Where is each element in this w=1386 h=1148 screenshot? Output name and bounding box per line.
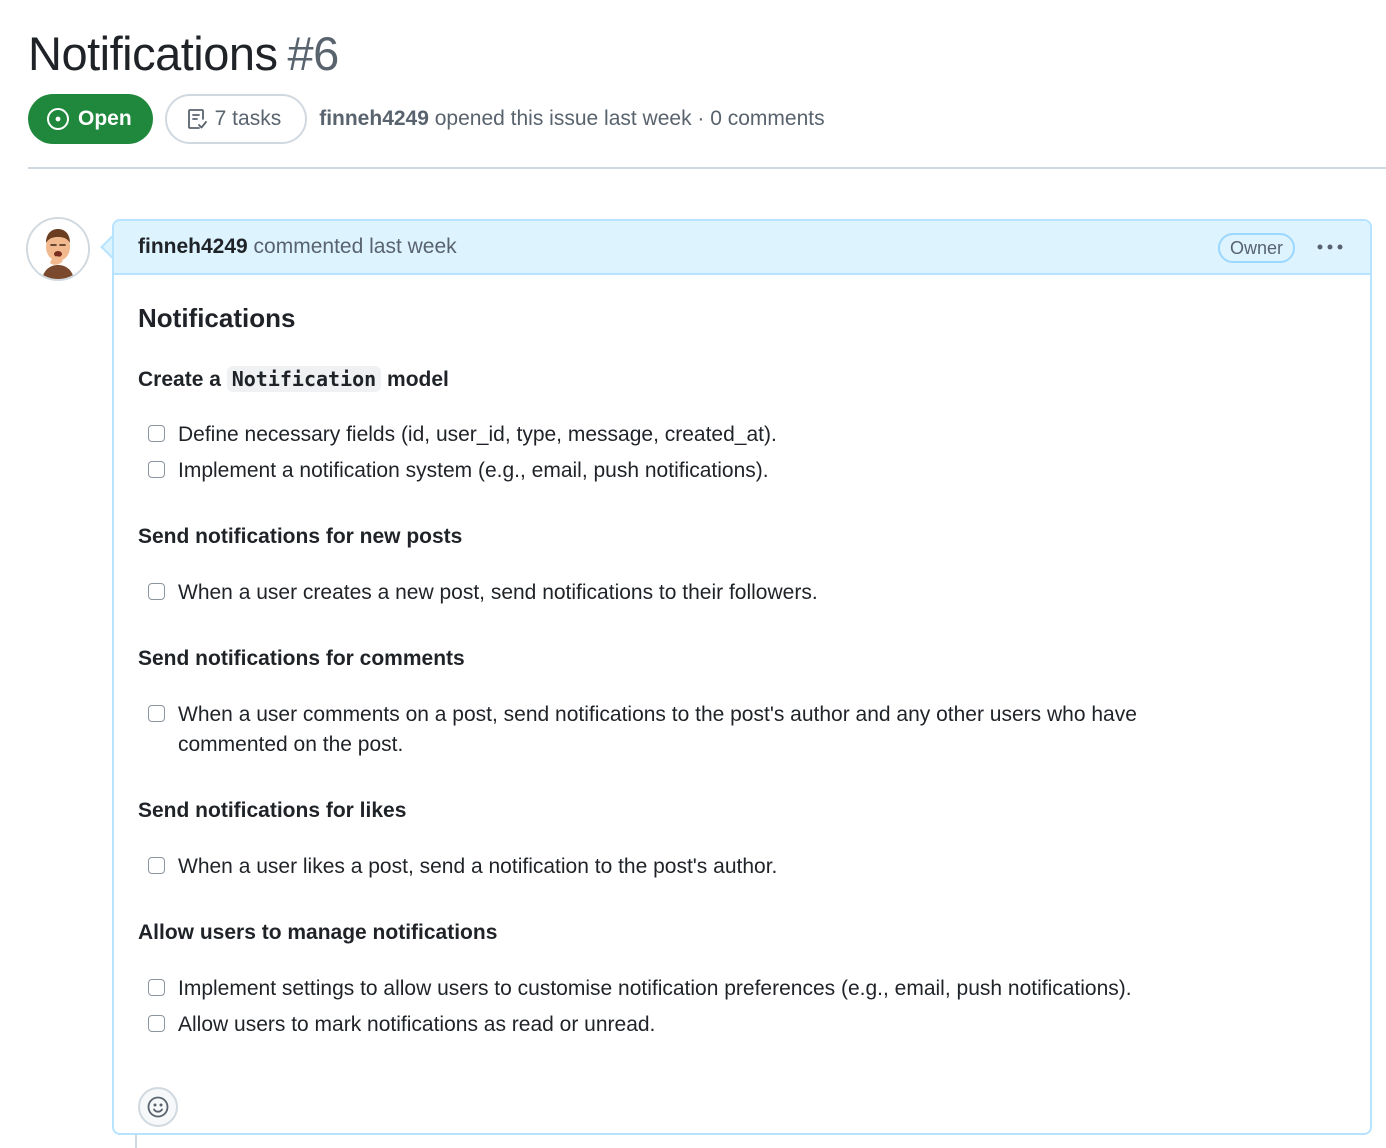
comment-meta[interactable]: commented last week — [248, 235, 457, 258]
issue-number: #6 — [287, 27, 340, 80]
task-list-item: When a user likes a post, send a notific… — [148, 852, 1238, 882]
task-label: When a user creates a new post, send not… — [178, 581, 818, 604]
issue-meta-row: Open 7 tasks finneh4249 opened this issu… — [28, 94, 825, 144]
task-checkbox[interactable] — [148, 461, 165, 478]
issue-state-label: Open — [78, 107, 132, 130]
tasks-pill[interactable]: 7 tasks — [164, 94, 308, 144]
section-heading-text: Create a — [138, 368, 227, 391]
add-reaction-button[interactable] — [138, 1087, 178, 1127]
task-label: Implement settings to allow users to cus… — [178, 977, 1132, 1000]
header-divider — [28, 167, 1386, 169]
smiley-icon — [147, 1096, 169, 1118]
section-heading-comments: Send notifications for comments — [138, 647, 465, 670]
task-list-item: When a user comments on a post, send not… — [148, 700, 1238, 760]
checklist-icon — [187, 109, 207, 129]
task-label: Allow users to mark notifications as rea… — [178, 1013, 656, 1036]
section-heading-likes: Send notifications for likes — [138, 799, 407, 822]
comment-header-text: finneh4249 commented last week — [138, 235, 457, 259]
task-list-item: Implement a notification system (e.g., e… — [148, 456, 1238, 486]
task-checkbox[interactable] — [148, 705, 165, 722]
task-label: Define necessary fields (id, user_id, ty… — [178, 423, 777, 446]
body-heading: Notifications — [138, 303, 296, 333]
task-list-item: Define necessary fields (id, user_id, ty… — [148, 420, 1238, 450]
issue-title-text: Notifications — [28, 27, 278, 80]
owner-badge: Owner — [1218, 233, 1296, 263]
timeline-line — [135, 1134, 137, 1148]
task-list-item: Allow users to mark notifications as rea… — [148, 1010, 1238, 1040]
issue-title: Notifications #6 — [28, 26, 339, 82]
task-label: When a user likes a post, send a notific… — [178, 855, 778, 878]
tasks-count: 7 tasks — [214, 107, 282, 130]
task-label: Implement a notification system (e.g., e… — [178, 459, 769, 482]
issue-opened-icon — [47, 108, 69, 130]
task-checkbox[interactable] — [148, 979, 165, 996]
comment-header: finneh4249 commented last week Owner — [114, 221, 1370, 275]
section-heading-text: model — [381, 368, 449, 391]
issue-meta-detail: opened this issue last week · 0 comments — [428, 107, 825, 130]
issue-meta-text: finneh4249 opened this issue last week ·… — [319, 107, 824, 131]
task-list-item: When a user creates a new post, send not… — [148, 578, 1238, 608]
task-checkbox[interactable] — [148, 857, 165, 874]
task-label: When a user comments on a post, send not… — [178, 703, 1137, 756]
issue-state-badge: Open — [28, 94, 153, 144]
avatar-memoji-icon — [28, 219, 88, 279]
section-heading-manage: Allow users to manage notifications — [138, 921, 498, 944]
section-heading-new-posts: Send notifications for new posts — [138, 525, 463, 548]
comment-author-link[interactable]: finneh4249 — [138, 235, 248, 258]
section-heading-model: Create a Notification model — [138, 366, 449, 392]
avatar[interactable] — [26, 217, 90, 281]
task-checkbox[interactable] — [148, 583, 165, 600]
inline-code: Notification — [226, 366, 382, 392]
issue-author-link[interactable]: finneh4249 — [319, 107, 429, 130]
task-checkbox[interactable] — [148, 425, 165, 442]
task-list-item: Implement settings to allow users to cus… — [148, 974, 1238, 1004]
kebab-horizontal-icon[interactable] — [1314, 233, 1346, 261]
issue-comment: finneh4249 commented last week Owner Not… — [112, 219, 1372, 1135]
task-checkbox[interactable] — [148, 1015, 165, 1032]
